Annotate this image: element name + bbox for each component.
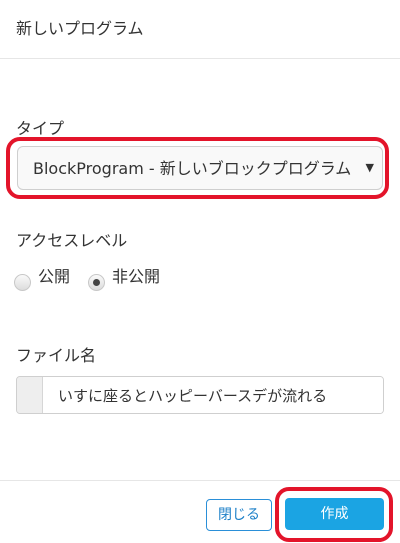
radio-private[interactable]: 非公開 xyxy=(88,266,178,292)
close-button[interactable]: 閉じる xyxy=(206,499,272,531)
radio-public-circle[interactable] xyxy=(14,274,31,291)
create-button[interactable]: 作成 xyxy=(285,498,384,530)
access-level-label: アクセスレベル xyxy=(16,231,128,250)
file-name-input[interactable] xyxy=(44,377,383,413)
file-name-label: ファイル名 xyxy=(16,346,97,365)
dialog-header: 新しいプログラム xyxy=(0,0,400,59)
new-program-dialog: 新しいプログラム タイプ BlockProgram - 新しいブロックプログラム… xyxy=(0,0,400,543)
dropdown-arrow-icon: ▼ xyxy=(365,161,374,174)
type-select[interactable]: BlockProgram - 新しいブロックプログラム ▼ xyxy=(17,146,383,190)
dialog-title: 新しいプログラム xyxy=(16,19,144,38)
radio-public[interactable]: 公開 xyxy=(14,266,84,292)
radio-public-label[interactable]: 公開 xyxy=(38,266,70,288)
radio-private-circle[interactable] xyxy=(88,274,105,291)
file-name-addon xyxy=(17,377,43,413)
type-select-value: BlockProgram - 新しいブロックプログラム xyxy=(33,159,352,178)
file-name-field-wrapper xyxy=(16,376,384,414)
radio-private-label[interactable]: 非公開 xyxy=(112,266,160,288)
